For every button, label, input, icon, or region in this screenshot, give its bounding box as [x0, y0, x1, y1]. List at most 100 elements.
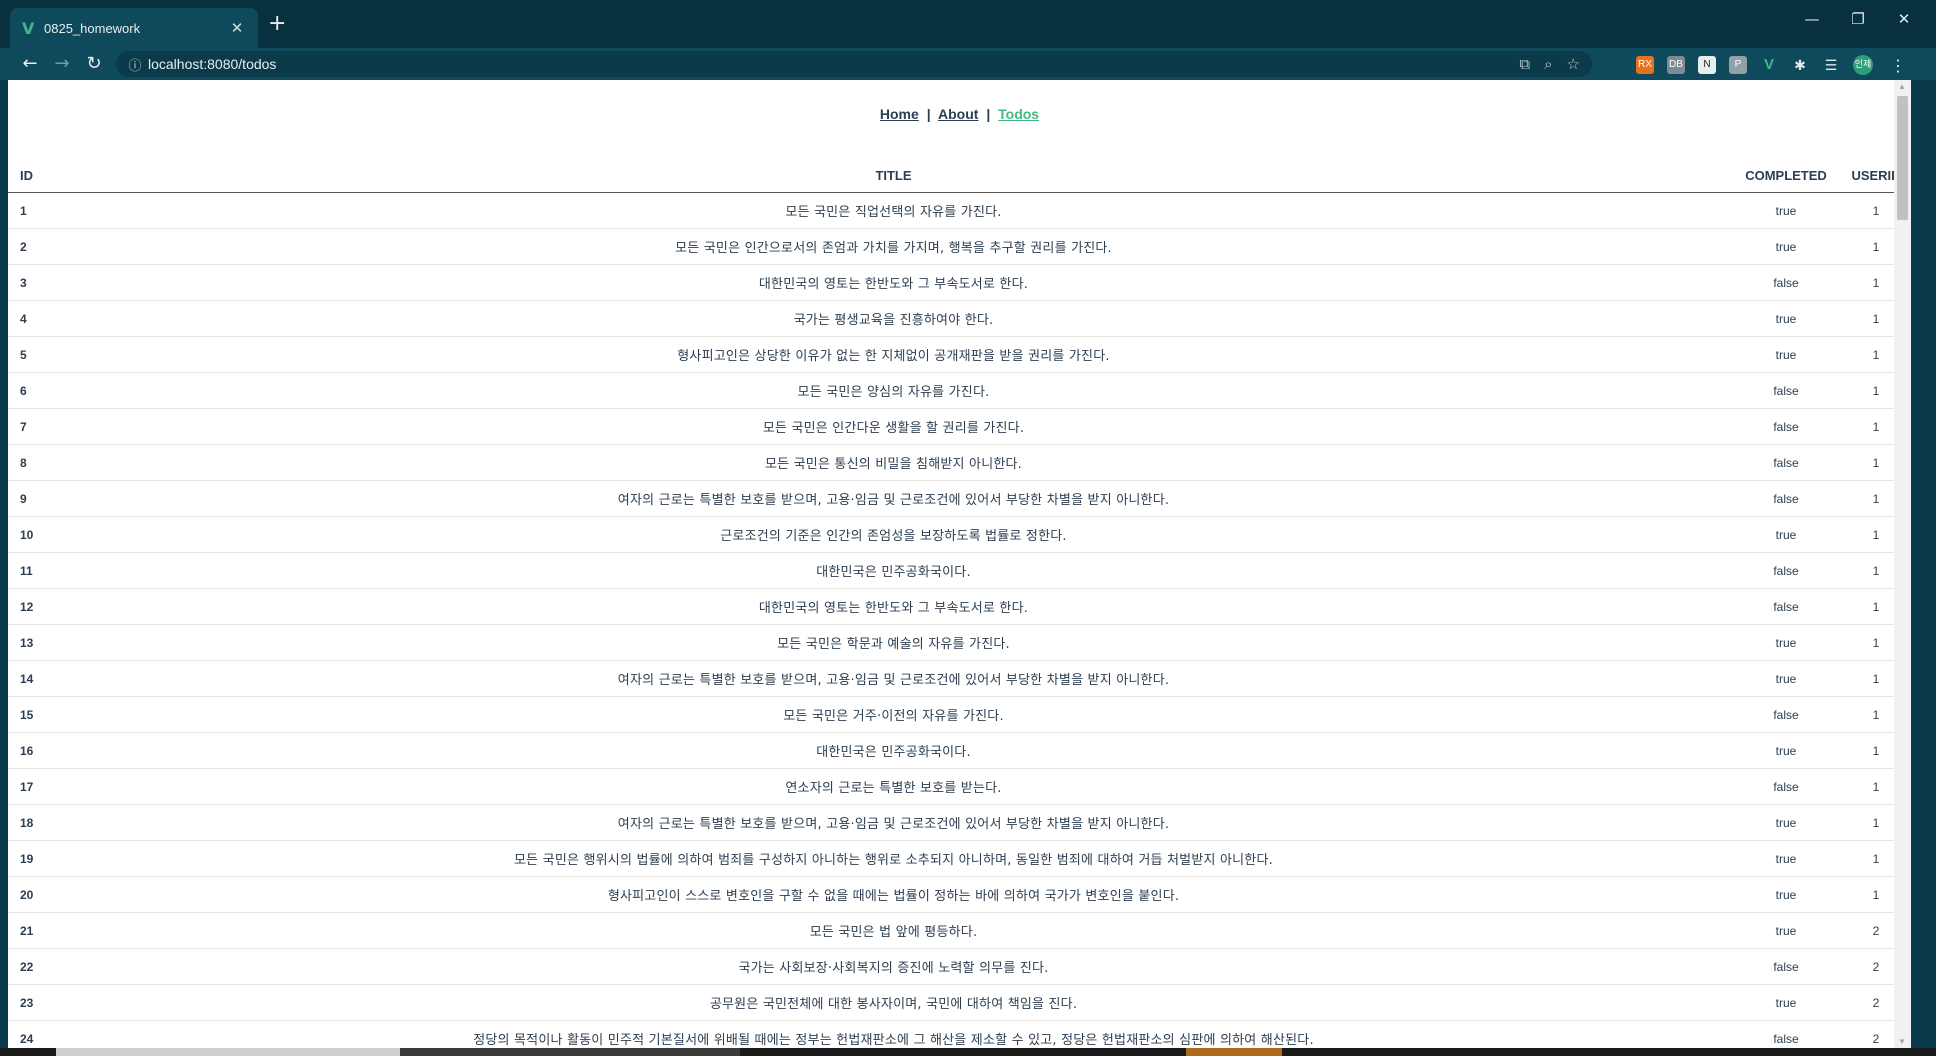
back-arrow-icon[interactable]: ←: [16, 51, 44, 77]
extension-rx-icon[interactable]: RX: [1636, 56, 1654, 74]
row-completed: true: [1731, 804, 1841, 841]
row-completed: false: [1731, 480, 1841, 517]
browser-toolbar: ← → ↻ ⓘ localhost:8080/todos ⧉ ⌕ ☆ RX DB…: [0, 48, 1936, 80]
row-title: 형사피고인은 상당한 이유가 없는 한 지체없이 공개재판을 받을 권리를 가진…: [56, 336, 1731, 373]
scroll-down-arrow-icon[interactable]: ▼: [1898, 1037, 1906, 1046]
table-row: 3 대한민국의 영토는 한반도와 그 부속도서로 한다. false 1: [8, 264, 1911, 301]
zoom-icon[interactable]: ⌕: [1544, 55, 1552, 73]
row-completed: false: [1731, 696, 1841, 733]
row-completed: true: [1731, 192, 1841, 229]
row-completed: true: [1731, 984, 1841, 1021]
row-completed: true: [1731, 912, 1841, 949]
row-title: 형사피고인이 스스로 변호인을 구할 수 없을 때에는 법률이 정하는 바에 의…: [56, 876, 1731, 913]
table-row: 4 국가는 평생교육을 진흥하여야 한다. true 1: [8, 300, 1911, 337]
print-extension-icon[interactable]: P: [1729, 56, 1747, 74]
new-tab-button[interactable]: +: [268, 12, 286, 36]
row-title: 공무원은 국민전체에 대한 봉사자이며, 국민에 대하여 책임을 진다.: [56, 984, 1731, 1021]
minimize-button[interactable]: —: [1792, 10, 1832, 28]
row-title: 정당의 목적이나 활동이 민주적 기본질서에 위배될 때에는 정부는 헌법재판소…: [56, 1020, 1731, 1048]
row-completed: true: [1731, 336, 1841, 373]
row-id: 14: [8, 660, 56, 697]
row-id: 16: [8, 732, 56, 769]
taskbar-item[interactable]: [1186, 1048, 1282, 1056]
row-completed: false: [1731, 768, 1841, 805]
nav-separator: |: [986, 106, 991, 122]
reload-icon[interactable]: ↻: [80, 51, 108, 77]
tab-title: 0825_homework: [44, 20, 141, 36]
todos-table: ID TITLE COMPLETED USERID 1 모든 국민은 직업선택의 …: [8, 158, 1911, 1048]
row-title: 모든 국민은 직업선택의 자유를 가진다.: [56, 192, 1731, 229]
row-completed: false: [1731, 552, 1841, 589]
row-completed: true: [1731, 660, 1841, 697]
info-icon[interactable]: ⓘ: [122, 55, 148, 74]
browser-tab[interactable]: V 0825_homework ✕: [10, 8, 258, 48]
table-row: 16 대한민국은 민주공화국이다. true 1: [8, 732, 1911, 769]
row-id: 2: [8, 228, 56, 265]
row-id: 24: [8, 1020, 56, 1048]
header-title: TITLE: [56, 158, 1731, 193]
forward-arrow-icon[interactable]: →: [48, 51, 76, 77]
row-completed: true: [1731, 516, 1841, 553]
row-completed: false: [1731, 372, 1841, 409]
translate-icon[interactable]: ⧉: [1519, 55, 1530, 73]
close-window-button[interactable]: ✕: [1884, 10, 1924, 28]
browser-titlebar: V 0825_homework ✕ + — ❐ ✕: [0, 0, 1936, 48]
row-title: 모든 국민은 통신의 비밀을 침해받지 아니한다.: [56, 444, 1731, 481]
nav-link-todos[interactable]: Todos: [998, 106, 1039, 122]
row-id: 15: [8, 696, 56, 733]
row-title: 연소자의 근로는 특별한 보호를 받는다.: [56, 768, 1731, 805]
row-id: 18: [8, 804, 56, 841]
taskbar-item[interactable]: [400, 1048, 740, 1056]
taskbar-item[interactable]: [56, 1048, 400, 1056]
puzzle-icon[interactable]: ✱: [1791, 56, 1809, 74]
vue-devtools-icon[interactable]: V: [1760, 56, 1778, 74]
scroll-up-arrow-icon[interactable]: ▲: [1898, 82, 1906, 91]
row-id: 19: [8, 840, 56, 877]
table-row: 22 국가는 사회보장·사회복지의 증진에 노력할 의무를 진다. false 2: [8, 948, 1911, 985]
extensions-area: RX DB N P V ✱ ☰ 인제 ⋮: [1636, 55, 1906, 75]
header-id: ID: [8, 158, 56, 193]
extension-db-icon[interactable]: DB: [1667, 56, 1685, 74]
table-row: 21 모든 국민은 법 앞에 평등하다. true 2: [8, 912, 1911, 949]
table-row: 15 모든 국민은 거주·이전의 자유를 가진다. false 1: [8, 696, 1911, 733]
scrollbar-thumb[interactable]: [1897, 96, 1908, 220]
profile-avatar[interactable]: 인제: [1853, 55, 1873, 75]
table-row: 17 연소자의 근로는 특별한 보호를 받는다. false 1: [8, 768, 1911, 805]
url-text[interactable]: localhost:8080/todos: [148, 56, 276, 72]
row-title: 여자의 근로는 특별한 보호를 받으며, 고용·임금 및 근로조건에 있어서 부…: [56, 804, 1731, 841]
row-id: 21: [8, 912, 56, 949]
table-row: 2 모든 국민은 인간으로서의 존엄과 가치를 가지며, 행복을 추구할 권리를 …: [8, 228, 1911, 265]
row-title: 여자의 근로는 특별한 보호를 받으며, 고용·임금 및 근로조건에 있어서 부…: [56, 660, 1731, 697]
restore-button[interactable]: ❐: [1838, 10, 1878, 28]
row-title: 근로조건의 기준은 인간의 존엄성을 보장하도록 법률로 정한다.: [56, 516, 1731, 553]
row-id: 5: [8, 336, 56, 373]
kebab-menu-icon[interactable]: ⋮: [1890, 56, 1906, 75]
row-completed: false: [1731, 948, 1841, 985]
bookmark-star-icon[interactable]: ☆: [1567, 55, 1580, 73]
reading-list-icon[interactable]: ☰: [1822, 56, 1840, 74]
row-completed: false: [1731, 444, 1841, 481]
table-row: 9 여자의 근로는 특별한 보호를 받으며, 고용·임금 및 근로조건에 있어서 …: [8, 480, 1911, 517]
tab-close-icon[interactable]: ✕: [228, 19, 246, 37]
row-completed: false: [1731, 588, 1841, 625]
row-title: 모든 국민은 학문과 예술의 자유를 가진다.: [56, 624, 1731, 661]
address-bar[interactable]: ⓘ localhost:8080/todos ⧉ ⌕ ☆: [116, 51, 1592, 77]
table-row: 20 형사피고인이 스스로 변호인을 구할 수 없을 때에는 법률이 정하는 바에…: [8, 876, 1911, 913]
vertical-scrollbar[interactable]: ▲ ▼: [1894, 80, 1911, 1048]
table-row: 6 모든 국민은 양심의 자유를 가진다. false 1: [8, 372, 1911, 409]
table-body: 1 모든 국민은 직업선택의 자유를 가진다. true 1 2 모든 국민은 인간으로서…: [8, 192, 1911, 1048]
row-id: 4: [8, 300, 56, 337]
top-nav: Home | About | Todos: [8, 106, 1911, 122]
row-id: 11: [8, 552, 56, 589]
row-title: 모든 국민은 법 앞에 평등하다.: [56, 912, 1731, 949]
nav-link-home[interactable]: Home: [880, 106, 919, 122]
nav-link-about[interactable]: About: [938, 106, 978, 122]
table-row: 8 모든 국민은 통신의 비밀을 침해받지 아니한다. false 1: [8, 444, 1911, 481]
row-id: 9: [8, 480, 56, 517]
row-id: 8: [8, 444, 56, 481]
notion-extension-icon[interactable]: N: [1698, 56, 1716, 74]
row-id: 20: [8, 876, 56, 913]
os-taskbar: [0, 1048, 1936, 1056]
row-title: 모든 국민은 양심의 자유를 가진다.: [56, 372, 1731, 409]
row-id: 6: [8, 372, 56, 409]
